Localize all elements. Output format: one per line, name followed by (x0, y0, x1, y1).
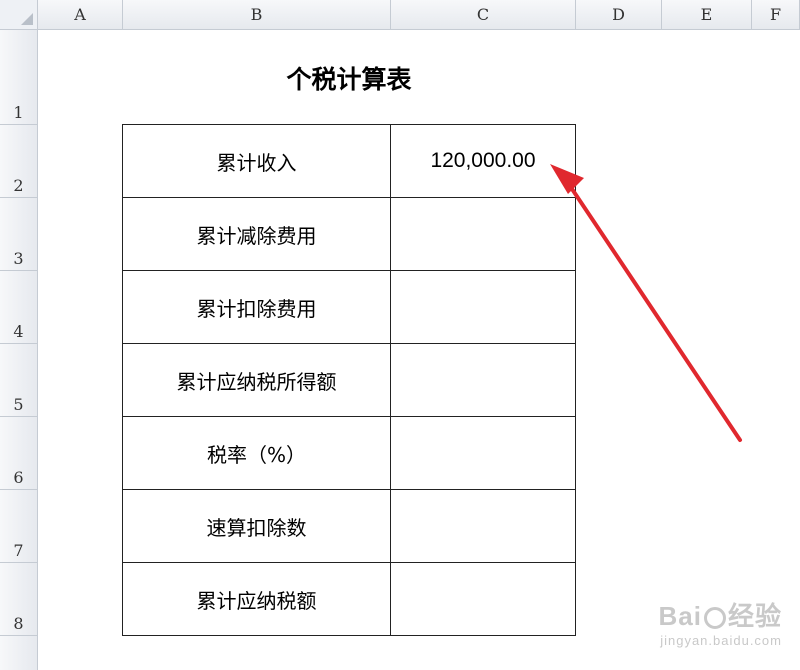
cell-value[interactable] (390, 416, 576, 490)
baidu-paw-icon (703, 607, 726, 630)
cell-label[interactable]: 累计减除费用 (122, 197, 391, 271)
cell-label[interactable]: 累计应纳税所得额 (122, 343, 391, 417)
column-header-a[interactable]: A (38, 0, 123, 30)
column-header-e[interactable]: E (662, 0, 752, 30)
cell-label[interactable]: 速算扣除数 (122, 489, 391, 563)
watermark-brand: Bai 经验 (659, 596, 782, 633)
cell-label[interactable]: 累计收入 (122, 124, 391, 198)
watermark-brand-left: Bai (658, 601, 702, 631)
table-row: 累计扣除费用 (122, 270, 576, 344)
row-header-9[interactable] (0, 636, 38, 670)
table-row: 累计减除费用 (122, 197, 576, 271)
cell-value[interactable] (390, 343, 576, 417)
table-row: 累计应纳税所得额 (122, 343, 576, 417)
row-header-6[interactable]: 6 (0, 417, 38, 490)
watermark-site: jingyan.baidu.com (660, 633, 782, 648)
watermark-brand-right: 经验 (727, 601, 782, 631)
row-header-7[interactable]: 7 (0, 490, 38, 563)
row-header-1[interactable]: 1 (0, 30, 38, 125)
row-header-3[interactable]: 3 (0, 198, 38, 271)
cell-label[interactable]: 累计应纳税额 (122, 562, 391, 636)
table-row: 累计收入 120,000.00 (122, 124, 576, 198)
row-header-2[interactable]: 2 (0, 125, 38, 198)
table-row: 税率（%） (122, 416, 576, 490)
cell-value[interactable]: 120,000.00 (390, 124, 576, 198)
cell-value[interactable] (390, 489, 576, 563)
sheet-title[interactable]: 个税计算表 (123, 58, 575, 98)
cell-value[interactable] (390, 270, 576, 344)
column-header-d[interactable]: D (576, 0, 662, 30)
table-row: 累计应纳税额 (122, 562, 576, 636)
column-header-f[interactable]: F (752, 0, 800, 30)
cell-value[interactable] (390, 562, 576, 636)
select-all-corner[interactable] (0, 0, 38, 30)
cell-label[interactable]: 累计扣除费用 (122, 270, 391, 344)
row-header-4[interactable]: 4 (0, 271, 38, 344)
baidu-watermark: Bai 经验 jingyan.baidu.com (659, 596, 782, 648)
arrow-shaft (564, 178, 742, 442)
select-all-triangle-icon (21, 13, 33, 25)
table-row: 速算扣除数 (122, 489, 576, 563)
row-header-5[interactable]: 5 (0, 344, 38, 417)
column-header-b[interactable]: B (123, 0, 391, 30)
row-header-8[interactable]: 8 (0, 563, 38, 636)
cell-label[interactable]: 税率（%） (122, 416, 391, 490)
cell-value[interactable] (390, 197, 576, 271)
tax-calc-table: 累计收入 120,000.00 累计减除费用 累计扣除费用 累计应纳税所得额 税… (122, 124, 576, 636)
column-header-c[interactable]: C (391, 0, 576, 30)
